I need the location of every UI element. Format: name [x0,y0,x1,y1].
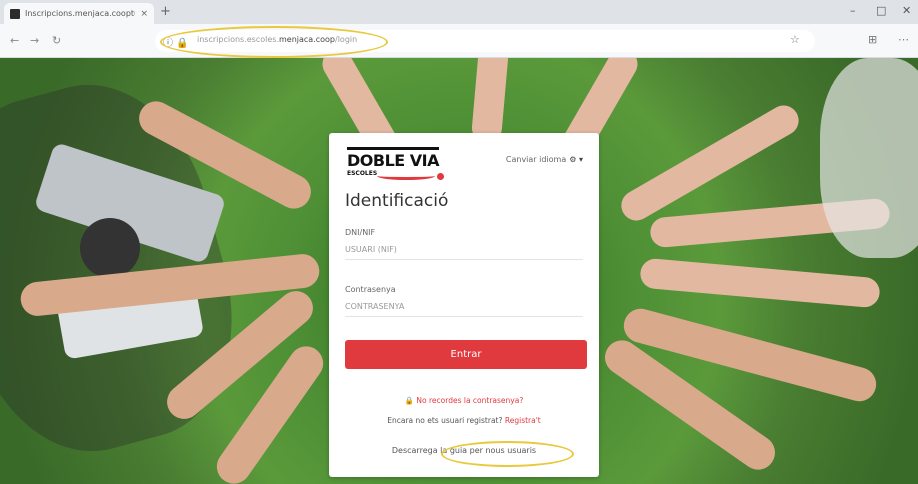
forward-icon[interactable]: → [30,34,39,47]
password-input[interactable]: CONTRASENYA [345,299,583,317]
fist-dark [80,218,140,278]
browser-tab[interactable]: Inscripcions.menjaca.cooptu.o × [4,3,154,24]
language-selector[interactable]: Canviar idioma ⚙ ▾ [506,155,583,164]
logo-bar [347,147,439,150]
browser-tab-strip: Inscripcions.menjaca.cooptu.o × + – □ ✕ [0,0,918,24]
page-title: Identificació [345,191,449,211]
forgot-password-link[interactable]: 🔒 No recordes la contrasenya? [329,396,599,405]
register-link[interactable]: Registra't [505,416,541,425]
login-card: DOBLE VIA ESCOLES Canviar idioma ⚙ ▾ Ide… [329,133,599,477]
login-button[interactable]: Entrar [345,340,587,369]
minimize-icon[interactable]: – [850,4,856,17]
register-prompt: Encara no ets usuari registrat? [387,416,503,425]
register-row: Encara no ets usuari registrat? Registra… [329,416,599,425]
language-label: Canviar idioma [505,155,567,164]
foot [639,257,881,309]
guide-highlight-annotation [441,441,574,467]
bookmark-star-icon[interactable]: ☆ [790,33,800,46]
lock-icon: 🔒 [404,396,415,405]
new-tab-icon[interactable]: + [160,4,171,20]
tab-close-icon[interactable]: × [140,9,148,19]
reload-icon[interactable]: ↻ [52,34,61,47]
maximize-icon[interactable]: □ [876,4,886,17]
logo-dot [437,173,444,180]
tab-title: Inscripcions.menjaca.cooptu.o [25,9,136,18]
user-label: DNI/NIF [345,228,376,237]
forgot-password-label: No recordes la contrasenya? [416,396,524,405]
extensions-icon[interactable]: ⊞ [868,33,877,46]
guide-prompt: Descarrega la [391,446,448,455]
username-input[interactable]: USUARI (NIF) [345,242,583,260]
browser-toolbar: ← → ↻ ⓘ 🔒 inscripcions.escoles.menjaca.c… [0,24,918,58]
more-menu-icon[interactable]: ⋯ [898,33,909,46]
password-label: Contrasenya [345,285,396,294]
site-favicon-icon [10,8,20,19]
foot [470,58,510,145]
logo-text: DOBLE VIA [347,151,440,170]
logo-subtext: ESCOLES [347,170,378,177]
globe-chevron-icon: ⚙ ▾ [569,155,583,164]
person-right-clothing [820,58,918,258]
doble-via-logo: DOBLE VIA ESCOLES [347,147,447,183]
logo-swoosh [377,172,435,180]
url-highlight-annotation [160,26,388,58]
window-close-icon[interactable]: ✕ [902,4,911,17]
back-icon[interactable]: ← [10,34,19,47]
